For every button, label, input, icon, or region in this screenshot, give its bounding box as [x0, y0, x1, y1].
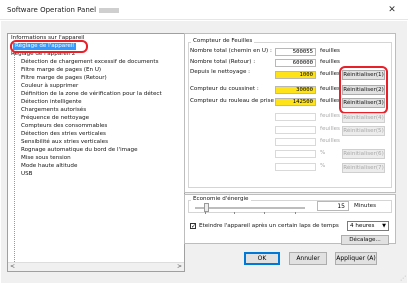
percent-unit-disabled: % [320, 163, 326, 169]
counter-unit: feuilles [320, 71, 340, 77]
energy-panel: Economie d'énergie 15 Minutes ✓ Eteindre… [184, 194, 396, 245]
tree-item-dropout-color[interactable]: Couleur à supprimer [21, 83, 78, 90]
highlight-reset-buttons [339, 66, 388, 114]
counter-unit-disabled: feuilles [320, 113, 340, 119]
counter-label-pick-roller: Compteur du rouleau de prise : [190, 98, 278, 104]
reset-button-7[interactable]: Réinitialiser(7) [342, 163, 385, 173]
ok-button[interactable]: OK [244, 252, 280, 265]
tree-item-high-altitude[interactable]: Mode haute altitude [21, 163, 77, 170]
empty-counter-field [275, 163, 316, 171]
tree-item-page-edge-return[interactable]: Filtre marge de pages (Retour) [21, 75, 107, 82]
minutes-value: 15 [337, 203, 345, 210]
empty-counter-field [275, 150, 316, 158]
counter-unit-disabled: feuilles [320, 126, 340, 132]
counter-label-pad: Compteur du coussinet : [190, 86, 259, 92]
hours-selected-value: 4 heures [350, 223, 375, 229]
tree-item-streak-sensitivity[interactable]: Sensibilité aux stries verticales [21, 139, 108, 146]
energy-slider-track[interactable] [195, 207, 305, 209]
empty-counter-field [275, 113, 316, 121]
tree-item-allowed-loads[interactable]: Chargements autorisés [21, 107, 86, 114]
counter-value-pick-roller: 142500 [275, 98, 316, 106]
percent-unit-disabled: % [320, 150, 326, 156]
counter-panel: Compteur de Feuilles Nombre total (chemi… [184, 33, 396, 193]
tree-item-overlap-detection[interactable]: Détection de chargement excessif de docu… [21, 59, 158, 66]
tree-item-auto-crop[interactable]: Rognage automatique du bord de l'image [21, 147, 138, 154]
energy-group-title: Economie d'énergie [191, 196, 251, 202]
counter-label-total-return: Nombre total (Retour) : [190, 59, 256, 65]
dialog-body: Informations sur l'appareil Réglage de l… [1, 21, 407, 283]
empty-counter-field [275, 126, 316, 134]
tree-line [14, 52, 15, 270]
tree-horizontal-scrollbar[interactable]: < > [8, 262, 184, 271]
counter-label-since-cleaning: Depuis le nettoyage : [190, 69, 251, 75]
counter-value-total-u: 500055 [275, 48, 316, 56]
counter-group-title: Compteur de Feuilles [191, 38, 255, 44]
empty-counter-field [275, 138, 316, 146]
counter-value-pad: 30000 [275, 86, 316, 94]
counter-unit: feuilles [320, 48, 340, 54]
close-window-button[interactable]: ✕ [381, 3, 403, 17]
cancel-button[interactable]: Annuler [289, 252, 327, 265]
window-title: Software Operation Panel [7, 6, 120, 14]
highlight-selected-item [10, 40, 88, 53]
counter-unit: feuilles [320, 59, 340, 65]
reset-button-6[interactable]: Réinitialiser(6) [342, 149, 385, 159]
offset-button[interactable]: Décalage... [341, 235, 389, 245]
title-bar: Software Operation Panel ✕ [0, 0, 408, 20]
counter-label-total-u: Nombre total (chemin en U) : [190, 48, 272, 54]
counter-unit: feuilles [320, 86, 340, 92]
tree-item-consumable-counters[interactable]: Compteurs des consommables [21, 123, 107, 130]
counter-value-total-return: 600000 [275, 59, 316, 67]
reset-button-5[interactable]: Réinitialiser(5) [342, 126, 385, 136]
tree-item-check-area[interactable]: Définition de la zone de vérification po… [21, 91, 162, 98]
reset-button-4[interactable]: Réinitialiser(4) [342, 113, 385, 123]
counter-unit-disabled: feuilles [320, 138, 340, 144]
minutes-label: Minutes [354, 203, 377, 209]
tree-item-cleaning-frequency[interactable]: Fréquence de nettoyage [21, 115, 89, 122]
slider-tick [205, 212, 206, 214]
scroll-right-arrow-icon[interactable]: > [175, 263, 184, 271]
energy-slider-thumb[interactable] [204, 203, 209, 212]
tree-item-usb[interactable]: USB [21, 171, 32, 178]
slider-tick [234, 212, 235, 214]
scroll-left-arrow-icon[interactable]: < [8, 263, 17, 271]
resize-grip-icon[interactable]: ⋰ [400, 275, 406, 282]
slider-tick [264, 212, 265, 214]
tree-item-power-on[interactable]: Mise sous tension [21, 155, 71, 162]
settings-tree[interactable]: Informations sur l'appareil Réglage de l… [7, 33, 185, 272]
tree-item-intelligent-detection[interactable]: Détection intelligente [21, 99, 82, 106]
tree-item-page-edge-u[interactable]: Filtre marge de pages (En U) [21, 67, 101, 74]
auto-power-off-label: Eteindre l'appareil après un certain lap… [199, 223, 339, 229]
slider-tick [295, 212, 296, 214]
hours-dropdown[interactable]: 4 heures ▼ [347, 221, 389, 231]
counter-value-since-cleaning: 1000 [275, 71, 316, 79]
apply-button[interactable]: Appliquer (A) [335, 252, 377, 265]
counter-unit: feuilles [320, 98, 340, 104]
minutes-spinner[interactable]: 15 [317, 201, 349, 211]
chevron-down-icon: ▼ [382, 223, 386, 229]
auto-power-off-checkbox[interactable]: ✓ [190, 223, 196, 230]
tree-item-streak-detection[interactable]: Détection des stries verticales [21, 131, 106, 138]
